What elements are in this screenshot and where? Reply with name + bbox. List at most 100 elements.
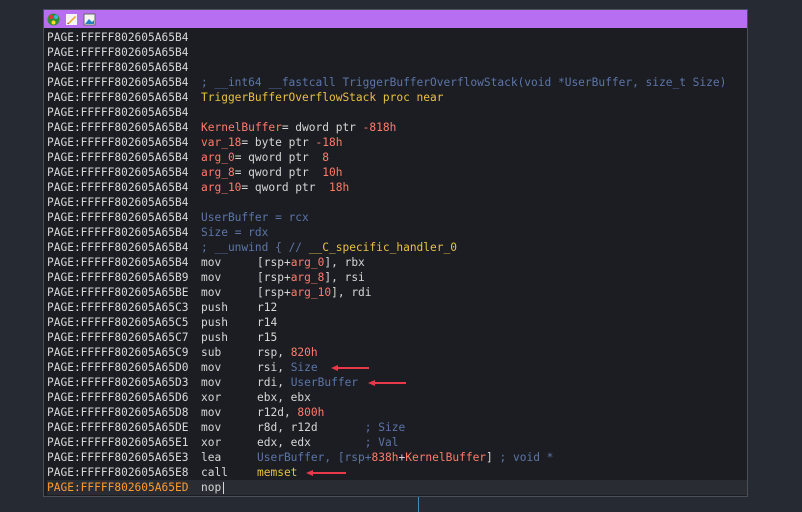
- operand: edx, edx: [257, 436, 365, 449]
- listing-line[interactable]: PAGE:FFFFF802605A65E3 lea UserBuffer, [rsp…: [47, 450, 747, 465]
- listing-line[interactable]: PAGE:FFFFF802605A65B4 arg_8= qword ptr 10…: [47, 165, 747, 180]
- address: PAGE:FFFFF802605A65B4: [47, 61, 189, 74]
- operand: ], rbx: [324, 256, 365, 269]
- operand: ], rsi: [324, 271, 365, 284]
- operand: [rsp+: [257, 271, 291, 284]
- stack-var-decl: = qword ptr: [241, 181, 329, 194]
- listing-line[interactable]: PAGE:FFFFF802605A65D3 mov rdi, UserBuffer: [47, 375, 747, 390]
- address: PAGE:FFFFF802605A65B4: [47, 46, 189, 59]
- address: PAGE:FFFFF802605A65C9: [47, 346, 189, 359]
- inline-comment: ; void *: [499, 451, 554, 464]
- operand-var[interactable]: arg_8: [291, 271, 325, 284]
- operand-var[interactable]: arg_10: [291, 286, 331, 299]
- annotation-arrow: [368, 380, 406, 386]
- address: PAGE:FFFFF802605A65D3: [47, 376, 189, 389]
- listing-line[interactable]: PAGE:FFFFF802605A65E1 xor edx, edx ; Val: [47, 435, 747, 450]
- listing-line[interactable]: PAGE:FFFFF802605A65C7 push r15: [47, 330, 747, 345]
- listing-line[interactable]: PAGE:FFFFF802605A65B4: [47, 45, 747, 60]
- listing-line[interactable]: PAGE:FFFFF802605A65E8 call memset: [47, 465, 747, 480]
- listing-line[interactable]: PAGE:FFFFF802605A65B4 ; __unwind { // __C…: [47, 240, 747, 255]
- unwind-comment-slashes: //: [288, 241, 309, 254]
- listing-line[interactable]: PAGE:FFFFF802605A65B4 KernelBuffer= dword…: [47, 120, 747, 135]
- operand-var[interactable]: KernelBuffer: [405, 451, 486, 464]
- register-alias-name[interactable]: UserBuffer: [201, 211, 268, 224]
- operand: UserBuffer, [rsp+: [257, 451, 372, 464]
- mnemonic: mov: [201, 376, 222, 389]
- operand: rsi,: [257, 361, 291, 374]
- listing-line[interactable]: PAGE:FFFFF802605A65B4 ; __int64 __fastcal…: [47, 75, 747, 90]
- mnemonic: mov: [201, 361, 222, 374]
- listing-line[interactable]: PAGE:FFFFF802605A65C3 push r12: [47, 300, 747, 315]
- listing-line[interactable]: PAGE:FFFFF802605A65B4 var_18= byte ptr -1…: [47, 135, 747, 150]
- address: PAGE:FFFFF802605A65B4: [47, 31, 189, 44]
- stack-var-offset: 10h: [322, 166, 343, 179]
- listing-line[interactable]: PAGE:FFFFF802605A65D0 mov rsi, Size: [47, 360, 747, 375]
- text-cursor: [223, 482, 225, 494]
- listing-line-current[interactable]: PAGE:FFFFF802605A65ED nop: [47, 480, 747, 495]
- operand-alias[interactable]: UserBuffer: [291, 376, 358, 389]
- mnemonic: xor: [201, 391, 222, 404]
- disassembly-window: PAGE:FFFFF802605A65B4 PAGE:FFFFF802605A6…: [43, 9, 748, 497]
- listing-line[interactable]: PAGE:FFFFF802605A65B9 mov [rsp+arg_8], rsi: [47, 270, 747, 285]
- listing-line[interactable]: PAGE:FFFFF802605A65B4 Size = rdx: [47, 225, 747, 240]
- address: PAGE:FFFFF802605A65B9: [47, 271, 189, 284]
- proc-declaration: TriggerBufferOverflowStack proc near: [201, 91, 444, 104]
- operand-alias[interactable]: Size: [291, 361, 318, 374]
- stack-var-offset: 8: [322, 151, 329, 164]
- operand-var[interactable]: arg_0: [291, 256, 325, 269]
- mnemonic: mov: [201, 256, 222, 269]
- edit-icon[interactable]: [64, 12, 78, 26]
- address: PAGE:FFFFF802605A65B4: [47, 166, 189, 179]
- address: PAGE:FFFFF802605A65C7: [47, 331, 189, 344]
- operand: r12d,: [257, 406, 298, 419]
- window-titlebar: [44, 10, 747, 28]
- image-icon[interactable]: [82, 12, 96, 26]
- listing-line[interactable]: PAGE:FFFFF802605A65B4 arg_10= qword ptr 1…: [47, 180, 747, 195]
- stack-var-offset: -818h: [362, 121, 397, 134]
- call-target[interactable]: memset: [257, 466, 297, 479]
- address: PAGE:FFFFF802605A65ED: [47, 481, 189, 494]
- listing-line[interactable]: PAGE:FFFFF802605A65B4: [47, 30, 747, 45]
- listing-line[interactable]: PAGE:FFFFF802605A65B4 UserBuffer = rcx: [47, 210, 747, 225]
- inline-comment: ; Val: [364, 436, 399, 449]
- listing-line[interactable]: PAGE:FFFFF802605A65B4 arg_0= qword ptr 8: [47, 150, 747, 165]
- address: PAGE:FFFFF802605A65E1: [47, 436, 189, 449]
- address: PAGE:FFFFF802605A65B4: [47, 136, 189, 149]
- mnemonic: sub: [201, 346, 222, 359]
- stack-var-name[interactable]: var_18: [201, 136, 241, 149]
- stack-var-name[interactable]: arg_0: [201, 151, 235, 164]
- address: PAGE:FFFFF802605A65B4: [47, 226, 189, 239]
- mnemonic: mov: [201, 286, 222, 299]
- code-listing[interactable]: PAGE:FFFFF802605A65B4 PAGE:FFFFF802605A6…: [47, 30, 747, 495]
- listing-line[interactable]: PAGE:FFFFF802605A65B4 mov [rsp+arg_0], rbx: [47, 255, 747, 270]
- address: PAGE:FFFFF802605A65B4: [47, 106, 189, 119]
- stack-var-offset: 18h: [328, 181, 350, 194]
- unwind-handler-name[interactable]: __C_specific_handler_0: [309, 241, 457, 254]
- listing-line[interactable]: PAGE:FFFFF802605A65D8 mov r12d, 800h: [47, 405, 747, 420]
- stack-var-name[interactable]: arg_10: [201, 181, 241, 194]
- register-alias-name[interactable]: Size: [201, 226, 228, 239]
- stack-var-offset: -18h: [315, 136, 343, 149]
- listing-line[interactable]: PAGE:FFFFF802605A65C9 sub rsp, 820h: [47, 345, 747, 360]
- listing-line[interactable]: PAGE:FFFFF802605A65DE mov r8d, r12d ; Size: [47, 420, 747, 435]
- listing-line[interactable]: PAGE:FFFFF802605A65B4: [47, 195, 747, 210]
- listing-line[interactable]: PAGE:FFFFF802605A65B4: [47, 60, 747, 75]
- mnemonic: mov: [201, 421, 222, 434]
- graph-icon[interactable]: [46, 12, 60, 26]
- address: PAGE:FFFFF802605A65B4: [47, 91, 189, 104]
- address: PAGE:FFFFF802605A65DE: [47, 421, 189, 434]
- listing-line[interactable]: PAGE:FFFFF802605A65C5 push r14: [47, 315, 747, 330]
- listing-line[interactable]: PAGE:FFFFF802605A65BE mov [rsp+arg_10], rd…: [47, 285, 747, 300]
- mnemonic: mov: [201, 406, 222, 419]
- annotation-arrow: [306, 470, 346, 476]
- listing-line[interactable]: PAGE:FFFFF802605A65D6 xor ebx, ebx: [47, 390, 747, 405]
- address: PAGE:FFFFF802605A65E3: [47, 451, 189, 464]
- stack-var-name[interactable]: arg_8: [201, 166, 235, 179]
- listing-line[interactable]: PAGE:FFFFF802605A65B4: [47, 105, 747, 120]
- address: PAGE:FFFFF802605A65D8: [47, 406, 189, 419]
- listing-line[interactable]: PAGE:FFFFF802605A65B4 TriggerBufferOverfl…: [47, 90, 747, 105]
- mnemonic: push: [201, 331, 228, 344]
- stack-var-name[interactable]: KernelBuffer: [201, 121, 282, 134]
- address: PAGE:FFFFF802605A65B4: [47, 241, 189, 254]
- unwind-comment: ; __unwind {: [201, 241, 289, 254]
